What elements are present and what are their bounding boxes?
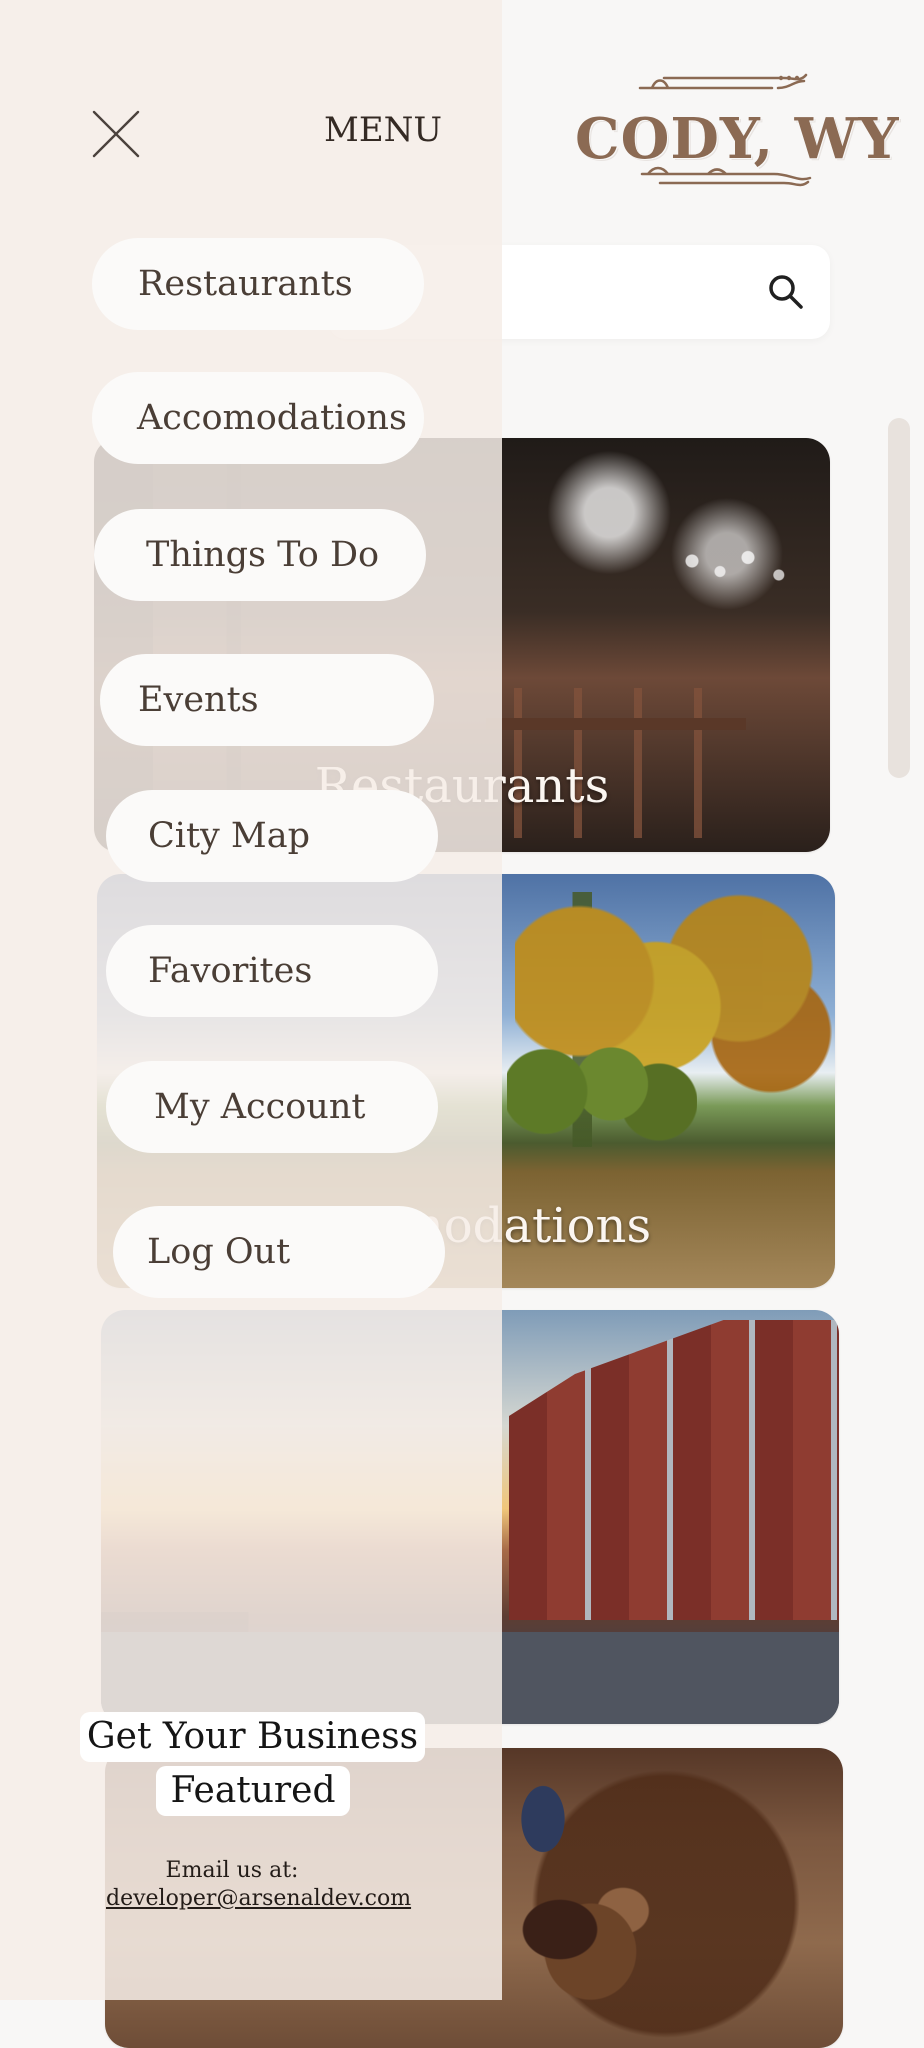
menu-item-restaurants[interactable]: Restaurants <box>92 238 424 330</box>
menu-title: MENU <box>324 110 443 150</box>
menu-item-label: Events <box>138 680 259 720</box>
logo-bottom-flourish-icon <box>640 166 812 187</box>
menu-item-label: Restaurants <box>138 264 353 304</box>
menu-item-events[interactable]: Events <box>100 654 434 746</box>
menu-item-label: Log Out <box>147 1232 291 1272</box>
scrollbar-thumb[interactable] <box>888 418 910 778</box>
menu-item-my-account[interactable]: My Account <box>106 1061 438 1153</box>
menu-item-label: My Account <box>154 1087 366 1127</box>
menu-item-label: City Map <box>148 816 311 856</box>
menu-item-label: Things To Do <box>146 535 380 575</box>
promo-email-label: Email us at: <box>165 1858 299 1883</box>
feature-business-promo: Get Your Business Featured <box>80 1712 425 1822</box>
close-icon[interactable] <box>90 108 142 160</box>
menu-item-accomodations[interactable]: Accomodations <box>92 372 424 464</box>
menu-item-things-to-do[interactable]: Things To Do <box>94 509 426 601</box>
search-icon[interactable] <box>764 270 808 314</box>
promo-title-line-2: Featured <box>156 1766 350 1816</box>
menu-item-log-out[interactable]: Log Out <box>113 1206 445 1298</box>
cody-wy-logo[interactable]: CODY, WY <box>575 70 900 200</box>
logo-top-flourish-icon <box>638 73 808 90</box>
promo-title-line-1: Get Your Business <box>80 1712 425 1762</box>
logo-text: CODY, WY <box>575 106 900 172</box>
menu-item-favorites[interactable]: Favorites <box>106 925 438 1017</box>
menu-item-label: Favorites <box>148 951 313 991</box>
menu-item-city-map[interactable]: City Map <box>106 790 438 882</box>
promo-email-link[interactable]: developer@arsenaldev.com <box>106 1886 411 1911</box>
side-menu-drawer: MENU Restaurants Accomodations Things To… <box>0 0 502 2000</box>
menu-item-label: Accomodations <box>137 398 407 438</box>
